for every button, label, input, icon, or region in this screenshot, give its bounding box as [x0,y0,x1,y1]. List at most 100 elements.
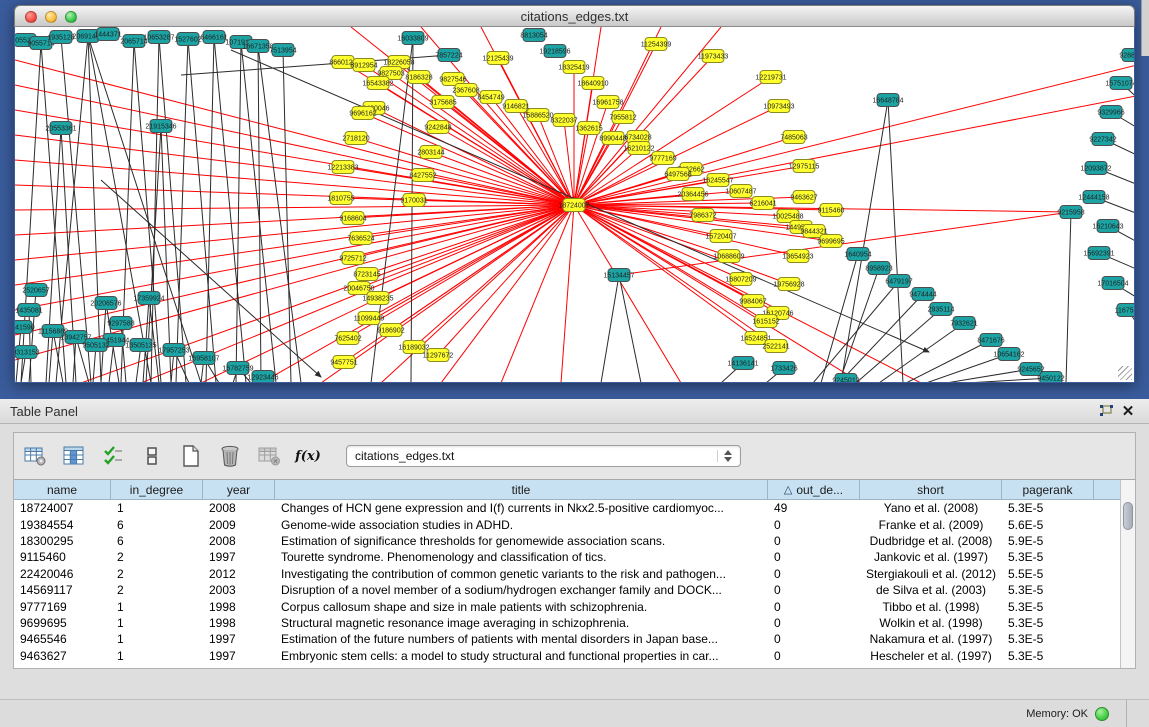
graph-node[interactable]: 16210122 [623,142,654,155]
graph-node[interactable]: 9725712 [339,252,366,265]
graph-node[interactable]: 1167531 [1115,304,1134,317]
close-panel-icon[interactable]: ✕ [1117,402,1139,420]
column-header-year[interactable]: year [203,480,275,499]
graph-node[interactable]: 9474444 [909,288,936,301]
graph-node[interactable]: 12923446 [247,371,278,383]
graph-node[interactable]: 9329966 [1097,106,1124,119]
graph-node[interactable]: 2520657 [22,284,49,297]
resize-grip[interactable] [1118,366,1132,380]
graph-node[interactable]: 9288694 [1119,49,1134,62]
column-header-name[interactable]: name [14,480,111,499]
graph-node[interactable]: 9313153 [15,346,40,359]
table-row[interactable]: 1456911722003Disruption of a novel membe… [14,582,1120,598]
column-header-short[interactable]: short [860,480,1002,499]
float-panel-icon[interactable] [1095,402,1117,420]
graph-node[interactable]: 9186902 [377,324,404,337]
graph-node[interactable]: 11973433 [698,50,729,63]
table-row[interactable]: 1872400712008Changes of HCN gene express… [14,500,1120,516]
graph-node[interactable]: 9457751 [330,356,357,369]
graph-node[interactable]: 7513954 [269,44,296,57]
network-window-titlebar[interactable]: citations_edges.txt [14,5,1135,27]
column-header-pagerank[interactable]: pagerank [1002,480,1094,499]
graph-node[interactable]: 2522141 [762,340,789,353]
close-window-button[interactable] [25,11,37,23]
graph-node[interactable]: 8454749 [477,91,504,104]
graph-node[interactable]: 1435081 [15,304,42,317]
table-row[interactable]: 1830029562008Estimation of significance … [14,533,1120,549]
graph-node[interactable]: 1640954 [844,248,871,261]
graph-node[interactable]: 7636524 [347,232,374,245]
graph-node[interactable]: 9777169 [649,152,676,165]
graph-node[interactable]: 9450122 [1037,372,1064,383]
graph-node[interactable]: 7932621 [950,317,977,330]
column-settings-button[interactable] [22,444,48,468]
graph-node[interactable]: 18724007 [558,199,589,212]
graph-node[interactable]: 10654162 [993,348,1024,361]
graph-node[interactable]: 16961758 [592,96,623,109]
graph-node[interactable]: 2367608 [452,84,479,97]
graph-node[interactable]: 7857224 [435,49,462,62]
graph-node[interactable]: 9245012 [832,374,859,383]
table-row[interactable]: 977716911998Corpus callosum shape and si… [14,598,1120,614]
graph-node[interactable]: 9215958 [1057,206,1084,219]
graph-node[interactable]: 9242848 [424,121,451,134]
graph-node[interactable]: 17359924 [133,292,164,305]
graph-node[interactable]: 2803144 [417,146,444,159]
graph-node[interactable]: 1362615 [575,122,602,135]
table-row[interactable]: 1938455462009Genome-wide association stu… [14,516,1120,532]
graph-node[interactable]: 18325419 [558,61,589,74]
graph-node[interactable]: 11099449 [354,312,385,325]
table-select-dropdown[interactable]: citations_edges.txt [346,445,741,467]
table-row[interactable]: 946554611997Estimation of the future num… [14,631,1120,647]
graph-node[interactable]: 2935114 [928,303,955,316]
graph-node[interactable]: 15751074 [1105,77,1134,90]
graph-node[interactable]: 3941590 [15,321,35,334]
graph-node[interactable]: 20206576 [90,297,121,310]
graph-node[interactable]: 1733426 [770,362,797,375]
graph-node[interactable]: 16807209 [725,273,756,286]
graph-node[interactable]: 6216041 [749,197,776,210]
graph-node[interactable]: 10688609 [713,250,744,263]
graph-node[interactable]: 21915346 [145,120,176,133]
graph-node[interactable]: 15692391 [1083,247,1114,260]
graph-node[interactable]: 8186328 [405,71,432,84]
graph-node[interactable]: 12093872 [1080,162,1111,175]
graph-node[interactable]: 17016504 [1097,277,1128,290]
graph-node[interactable]: 7625402 [334,332,361,345]
graph-node[interactable]: 6479197 [885,275,912,288]
table-row[interactable]: 969969511998Structural magnetic resonanc… [14,615,1120,631]
rows-button[interactable] [139,444,165,468]
table-row[interactable]: 2242004622012Investigating the contribut… [14,566,1120,582]
graph-node[interactable]: 10973493 [763,100,794,113]
graph-node[interactable]: 10607487 [725,185,756,198]
graph-node[interactable]: 16543382 [362,77,393,90]
graph-node[interactable]: 17957253 [158,344,189,357]
graph-node[interactable]: 15134457 [603,269,634,282]
minimize-window-button[interactable] [45,11,57,23]
function-builder-button[interactable]: f(x) [295,444,321,468]
graph-node[interactable]: 19218596 [539,45,570,58]
graph-node[interactable]: 1615152 [752,315,779,328]
table-row[interactable]: 946362711997Embryonic stem cells: a mode… [14,648,1120,664]
graph-node[interactable]: 20553361 [45,122,76,135]
graph-node[interactable]: 12975115 [789,160,820,173]
graph-node[interactable]: 9505132 [82,339,109,352]
zoom-window-button[interactable] [65,11,77,23]
graph-node[interactable]: 9168604 [339,212,366,225]
select-column-button[interactable] [61,444,87,468]
graph-node[interactable]: 8813054 [520,29,547,42]
scrollbar-thumb[interactable] [1123,502,1133,530]
graph-node[interactable]: 9696162 [349,107,376,120]
graph-node[interactable]: 6497568 [664,168,691,181]
graph-node[interactable]: 11297672 [423,349,454,362]
graph-node[interactable]: 12213383 [327,161,358,174]
graph-node[interactable]: 8723145 [353,268,380,281]
new-document-button[interactable] [178,444,204,468]
graph-node[interactable]: 14938235 [362,292,393,305]
graph-node[interactable]: 8958923 [865,262,892,275]
graph-node[interactable]: 9170031 [400,194,427,207]
graph-node[interactable]: 3175685 [429,96,456,109]
network-view-canvas[interactable]: 1872400720553369055714193512820691406144… [15,27,1134,382]
graph-node[interactable]: 1810755 [327,192,354,205]
graph-node[interactable]: 11254399 [641,38,672,51]
